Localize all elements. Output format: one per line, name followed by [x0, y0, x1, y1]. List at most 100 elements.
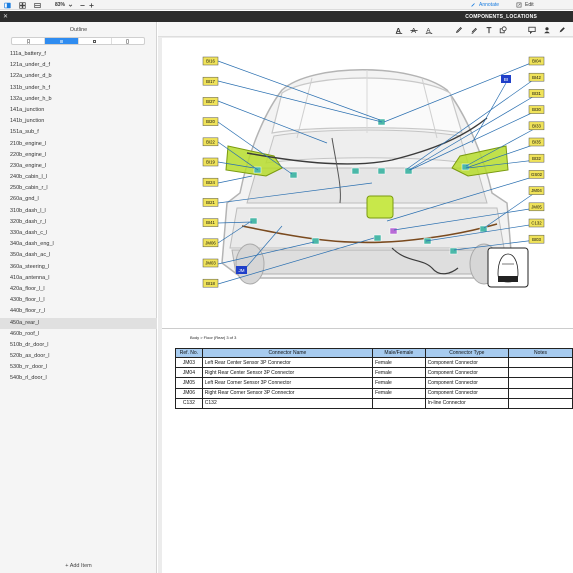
outline-item[interactable]: 260a_gnd_l	[0, 194, 157, 205]
connector-callout-label: BI30	[532, 107, 541, 112]
component-location-diagram: BI16 BI17 BI27 BI20 BI22 BI19 BI24 BI21 BI41 JM06…	[202, 56, 545, 288]
outline-item[interactable]: 520b_as_door_l	[0, 351, 157, 362]
cell-connector-name: C132	[201, 397, 374, 409]
connector-callout-label: BI42	[532, 75, 541, 80]
text-format-icon[interactable]: A	[394, 25, 403, 34]
outline-item[interactable]: 240b_cabin_l_l	[0, 172, 157, 183]
outline-item[interactable]: 310b_dash_l_l	[0, 206, 157, 217]
sidebar-toggle-icon[interactable]	[3, 1, 11, 9]
page-icon	[126, 39, 130, 43]
outline-item[interactable]: 360a_steering_l	[0, 262, 157, 273]
table-row: JM06 Right Rear Corner Sensor 3P Connecto…	[175, 387, 573, 399]
chevron-down-icon[interactable]	[66, 1, 74, 9]
highlight-text-icon[interactable]: A	[424, 25, 433, 34]
tab-outline[interactable]	[45, 38, 79, 44]
add-item-button[interactable]: + Add Item	[0, 563, 157, 569]
cell-male-female: Female	[372, 356, 426, 369]
page-layout-icon[interactable]	[33, 1, 41, 9]
outline-item[interactable]: 410a_antenna_l	[0, 273, 157, 284]
table-body: JM03 Left Rear Center Sensor 3P Connector…	[175, 356, 573, 409]
cell-male-female: Female	[372, 367, 426, 379]
connector-callout-label: BI04	[532, 59, 541, 64]
table-row: JM04 Right Rear Center Sensor 3P Connecto…	[175, 367, 573, 379]
cell-notes	[508, 397, 573, 409]
outline-item[interactable]: 320b_dash_r_l	[0, 217, 157, 228]
highlighter-icon[interactable]	[469, 25, 478, 34]
outline-item[interactable]: 460b_roof_l	[0, 329, 157, 340]
document-page: BI16 BI17 BI27 BI20 BI22 BI19 BI24 BI21 BI41 JM06…	[162, 38, 573, 573]
jm-label-text: JM	[239, 268, 245, 273]
outline-item[interactable]: 350a_dash_ac_l	[0, 250, 157, 261]
zoom-level[interactable]: 83%	[55, 2, 65, 8]
table-row: JM03 Left Rear Center Sensor 3P Connector…	[175, 356, 573, 369]
tab-bookmarks[interactable]	[12, 38, 46, 44]
connector-callout-label: BI19	[206, 160, 215, 165]
outline-item[interactable]: 121a_under_d_f	[0, 60, 157, 71]
zoom-out-icon[interactable]	[78, 1, 86, 9]
outline-item[interactable]: 430b_floor_l_l	[0, 295, 157, 306]
outline-item[interactable]: 122a_under_d_b	[0, 71, 157, 82]
cell-connector-name: Left Rear Corner Sensor 3P Connector	[201, 377, 374, 389]
outline-item[interactable]: 450a_rear_l	[0, 317, 157, 329]
annotate-button[interactable]: Annotate	[470, 2, 499, 8]
header-connector-name: Connector Name	[201, 348, 374, 358]
bi-harness-label: BI	[501, 75, 511, 83]
outline-item[interactable]: 151a_sub_f	[0, 127, 157, 138]
connector-callout-label: JM03	[205, 261, 216, 266]
bi-label-text: BI	[504, 77, 508, 82]
outline-item[interactable]: 131b_under_h_f	[0, 83, 157, 94]
bookmark-icon	[26, 38, 30, 44]
connector-callout-label: BI22	[206, 139, 215, 144]
connector-callout-label: BI27	[206, 99, 215, 104]
pen-icon[interactable]	[454, 25, 463, 34]
cell-male-female: Female	[372, 387, 426, 399]
cell-connector-name: Right Rear Corner Sensor 3P Connector	[201, 387, 374, 399]
close-icon[interactable]: ✕	[3, 13, 8, 20]
text-tool-icon[interactable]	[484, 25, 493, 34]
view-direction-indicator	[487, 247, 529, 288]
tab-thumbnails[interactable]	[112, 38, 144, 44]
page-divider	[162, 328, 573, 329]
list-icon	[59, 39, 63, 43]
outline-item[interactable]: 132a_under_h_b	[0, 94, 157, 105]
cell-ref-no: JM05	[175, 377, 203, 389]
connector-marker	[249, 217, 258, 225]
top-toolbar: 83% Annotate Edit	[0, 0, 573, 10]
tab-annotations[interactable]	[79, 38, 112, 44]
outline-item[interactable]: 440b_floor_r_l	[0, 306, 157, 317]
cell-ref-no: JM04	[175, 367, 203, 379]
outline-item[interactable]: 330a_dash_c_l	[0, 228, 157, 239]
outline-item[interactable]: 230a_engine_l	[0, 161, 157, 172]
edit-button[interactable]: Edit	[516, 2, 534, 8]
strikethrough-icon[interactable]: A	[409, 25, 418, 34]
cell-notes	[508, 367, 573, 379]
grid-view-icon[interactable]	[18, 1, 26, 9]
outline-sidebar: Outline 111a_battery_f 121a_under_d_f 122a…	[0, 22, 157, 573]
outline-item[interactable]: 141a_junction	[0, 105, 157, 116]
outline-item[interactable]: 141b_junction	[0, 116, 157, 127]
connector-callout-label: JM06	[205, 240, 216, 245]
cell-male-female	[372, 397, 426, 409]
outline-item[interactable]: 510b_dr_door_l	[0, 340, 157, 351]
cell-connector-type: Component Connector	[424, 356, 510, 369]
connector-marker	[449, 247, 458, 255]
sidebar-tabs	[11, 37, 145, 45]
cell-connector-name: Right Rear Center Sensor 3P Connector	[201, 367, 374, 379]
annotation-icon	[93, 39, 97, 43]
outline-item[interactable]: 220b_engine_l	[0, 150, 157, 161]
zoom-in-icon[interactable]	[87, 1, 95, 9]
outline-item[interactable]: 530b_rr_door_l	[0, 362, 157, 373]
outline-item[interactable]: 210b_engine_l	[0, 139, 157, 150]
outline-item[interactable]: 250b_cabin_r_l	[0, 183, 157, 194]
outline-item[interactable]: 540b_rl_door_l	[0, 373, 157, 384]
connector-callout-label: BI18	[206, 281, 215, 286]
license-garnish	[366, 195, 394, 219]
cell-connector-name: Left Rear Center Sensor 3P Connector	[201, 356, 374, 369]
outline-item[interactable]: 340a_dash_eng_l	[0, 239, 157, 250]
outline-item[interactable]: 420a_floor_l_l	[0, 284, 157, 295]
signature-pen-icon[interactable]	[557, 25, 566, 34]
shapes-icon[interactable]	[498, 25, 507, 34]
comment-icon[interactable]	[527, 25, 536, 34]
user-icon[interactable]	[542, 25, 551, 34]
outline-item[interactable]: 111a_battery_f	[0, 49, 157, 60]
